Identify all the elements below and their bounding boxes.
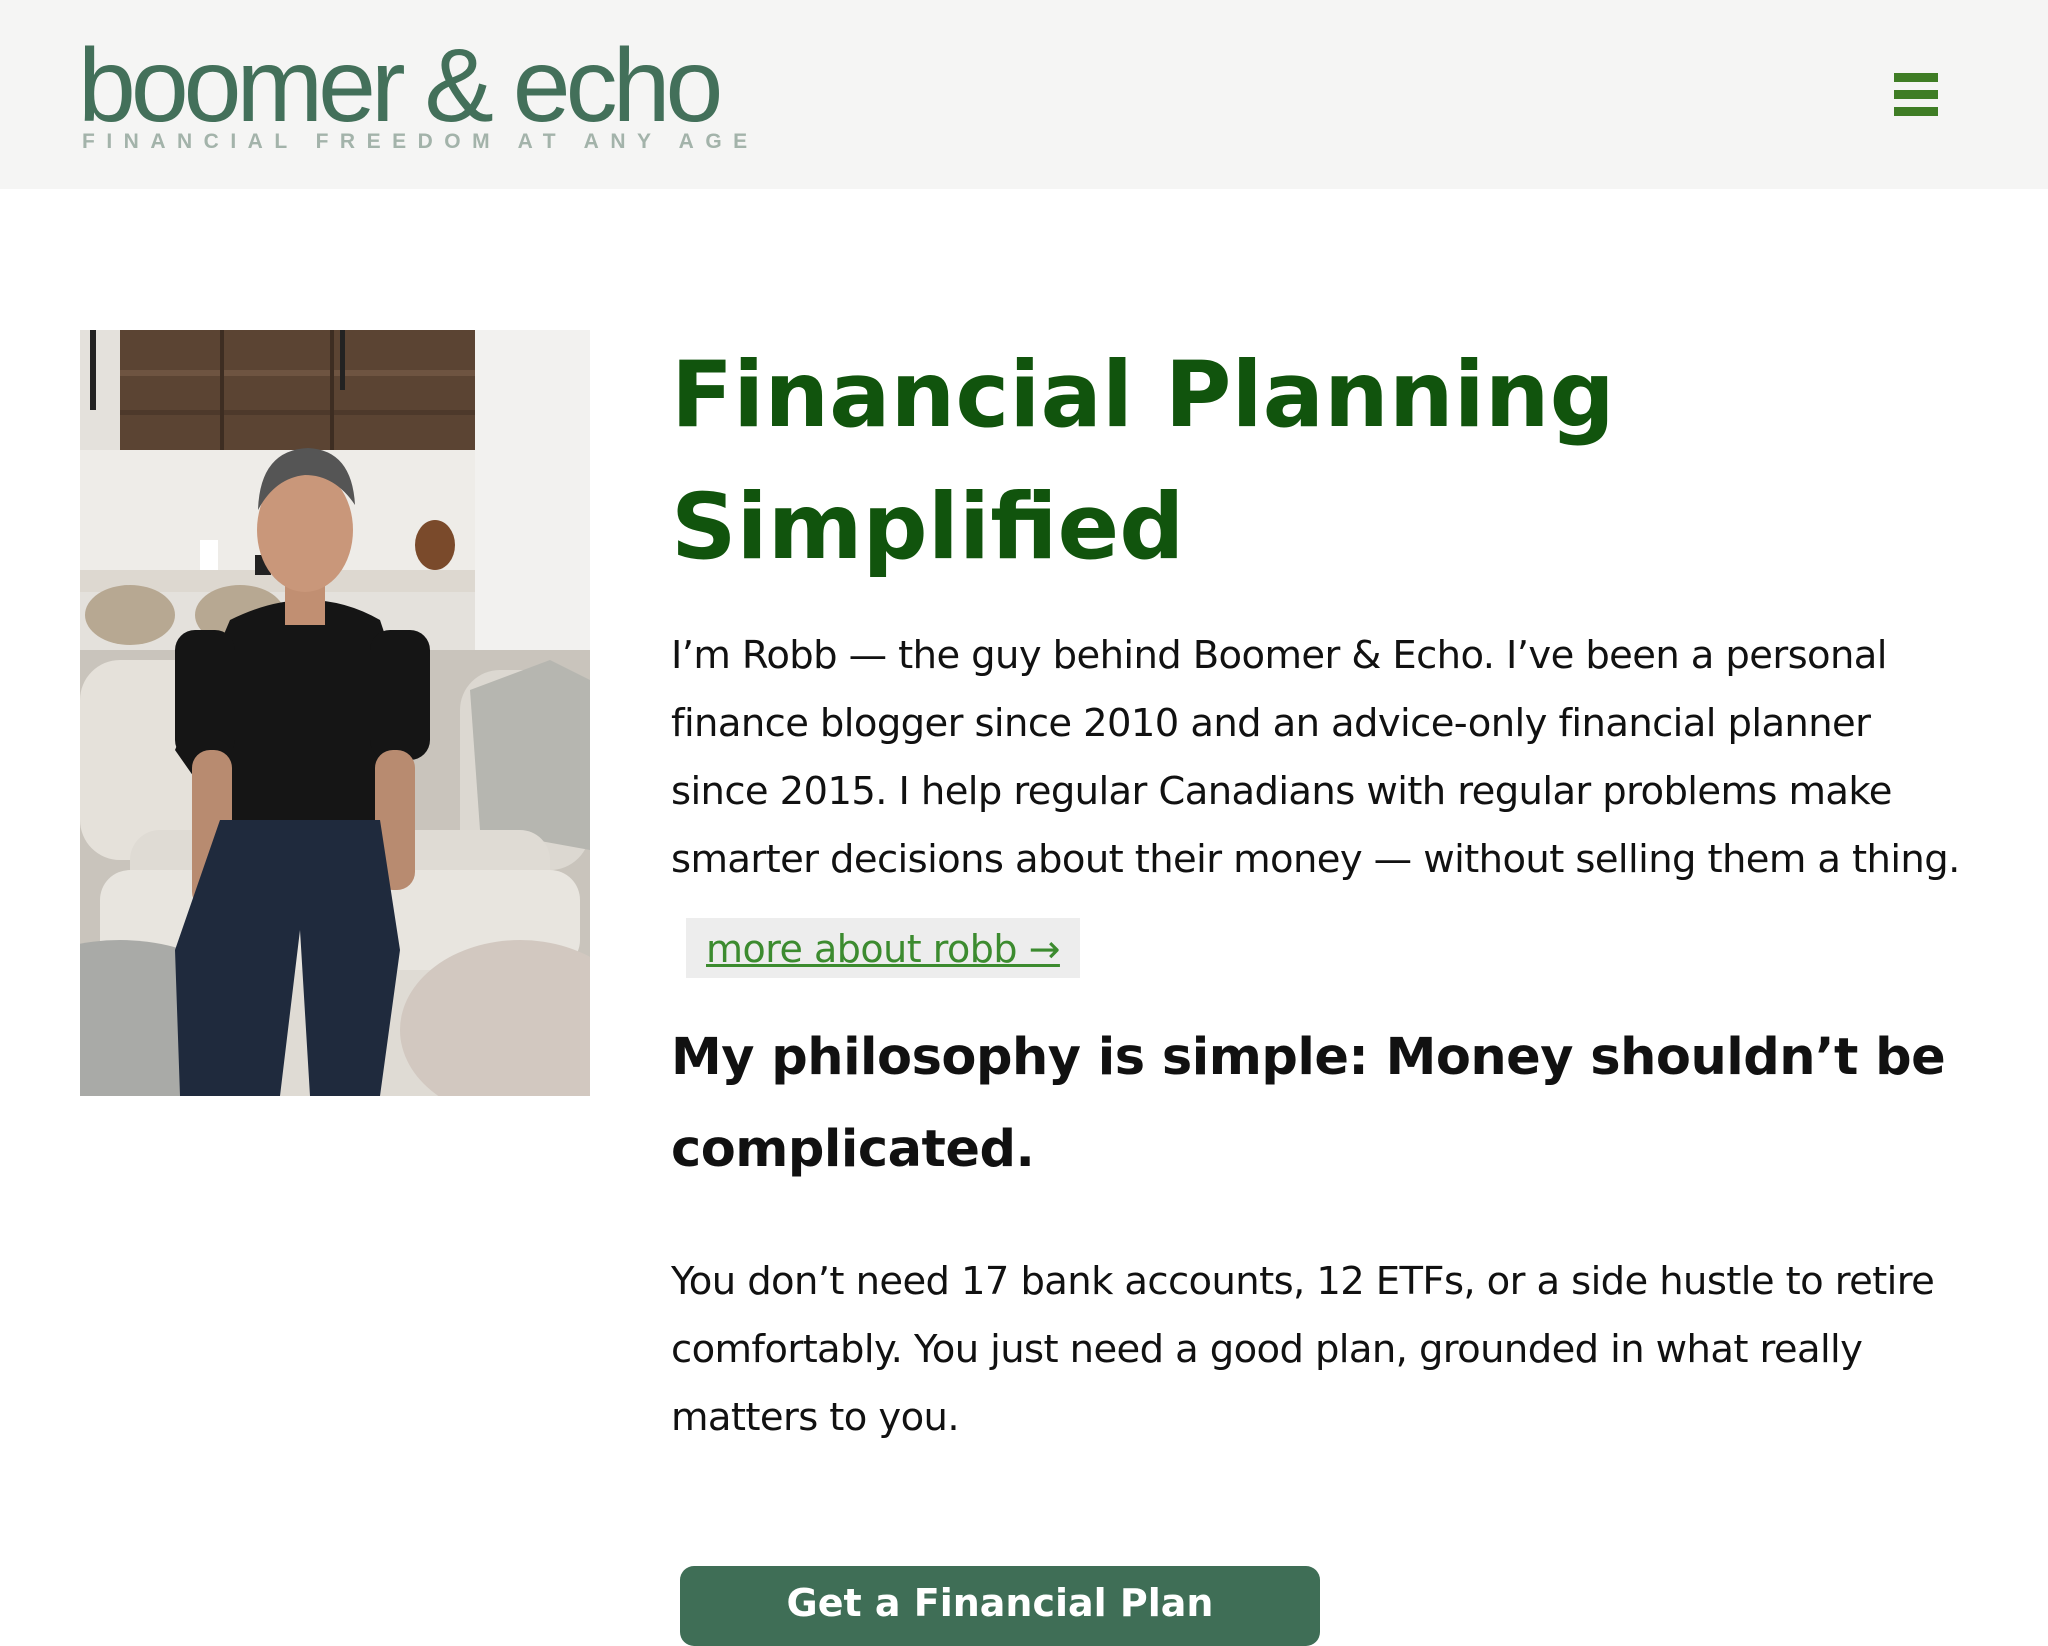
philosophy-paragraph: You don’t need 17 bank accounts, 12 ETFs… (671, 1259, 1935, 1440)
philosophy-heading: My philosophy is simple: Money shouldn’t… (671, 1028, 1946, 1179)
intro-paragraph: I’m Robb — the guy behind Boomer & Echo.… (671, 633, 1960, 882)
logo-tagline: FINANCIAL FREEDOM AT ANY AGE (82, 130, 759, 153)
site-logo[interactable]: boomer & echo FINANCIAL FREEDOM AT ANY A… (78, 30, 798, 164)
site-header: boomer & echo FINANCIAL FREEDOM AT ANY A… (0, 0, 2048, 189)
page-title: Financial Planning Simplified (671, 343, 1615, 580)
logo-name: boomer & echo (78, 28, 723, 144)
author-photo (80, 330, 590, 1096)
more-about-robb-link[interactable]: more about robb → (686, 918, 1080, 978)
hamburger-menu-icon[interactable] (1890, 70, 1940, 120)
get-financial-plan-button[interactable]: Get a Financial Plan (680, 1566, 1320, 1646)
hero-content: Financial Planning Simplified I’m Robb —… (671, 330, 1971, 1452)
